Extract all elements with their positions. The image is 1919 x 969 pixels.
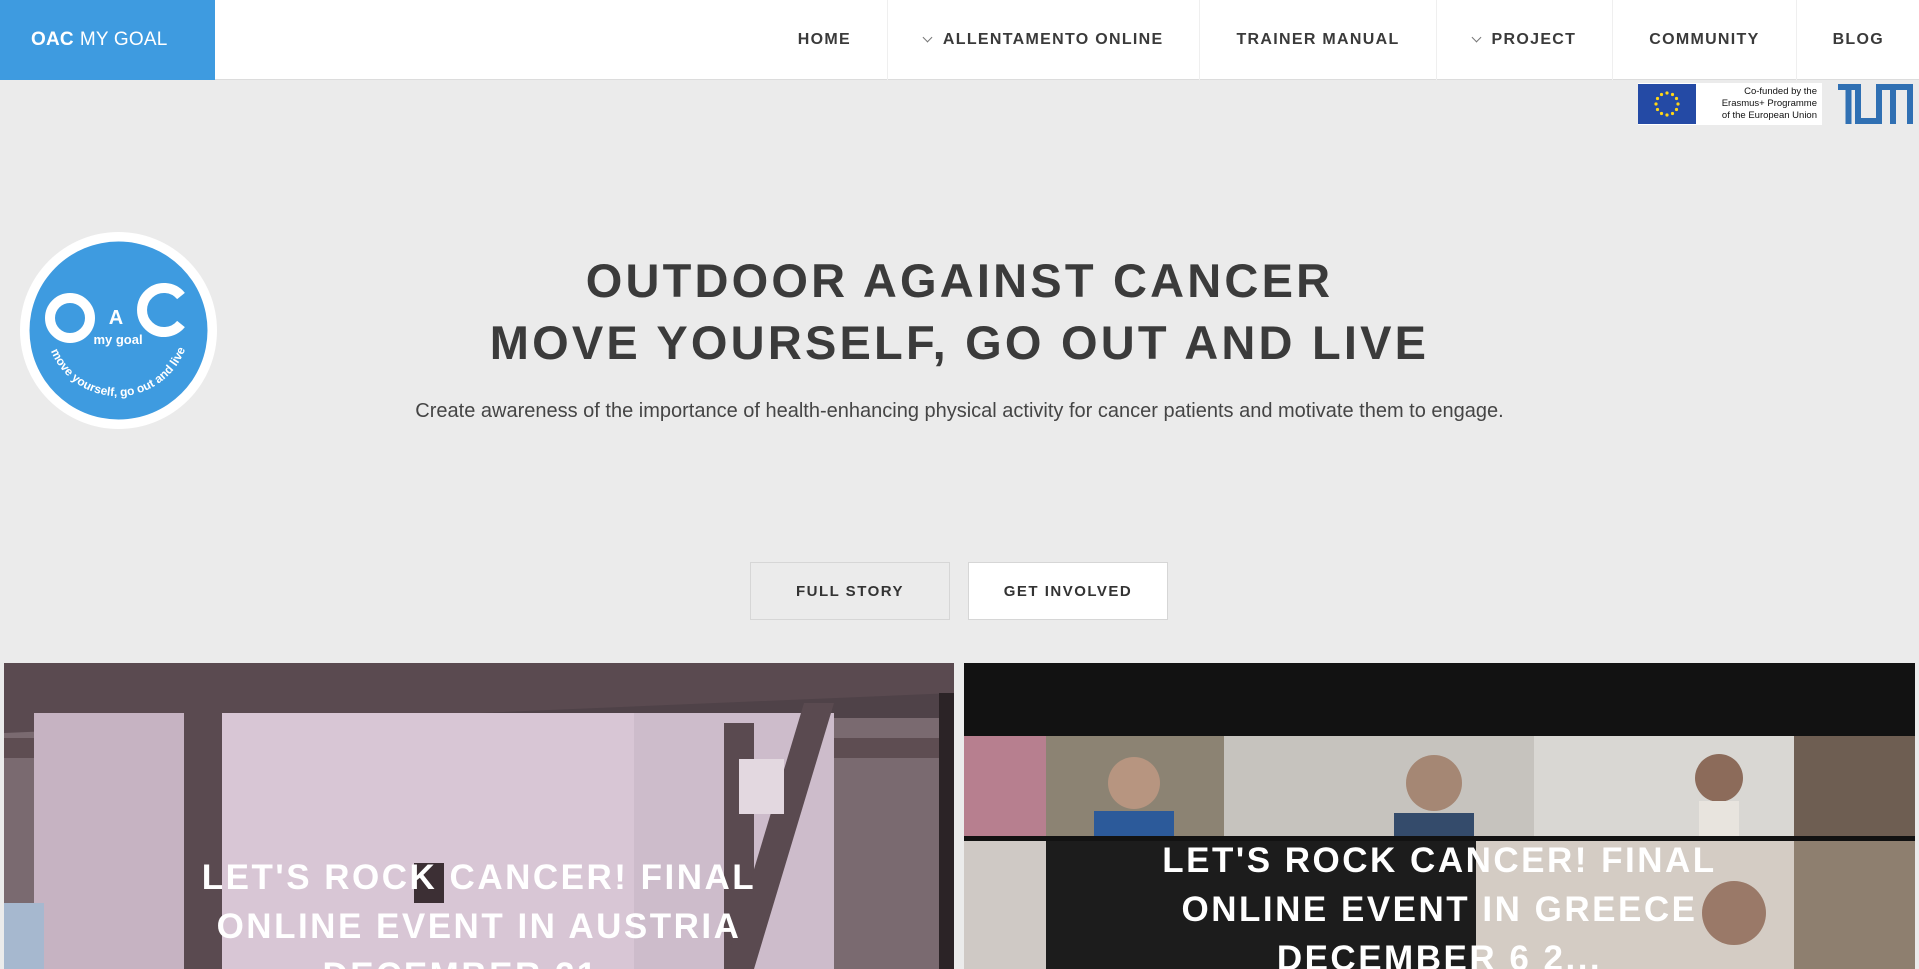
post-card-austria[interactable]: LET'S ROCK CANCER! FINAL ONLINE EVENT IN…	[4, 663, 954, 969]
post-card-greece[interactable]: LET'S ROCK CANCER! FINAL ONLINE EVENT IN…	[964, 663, 1915, 969]
hero-subtitle: Create awareness of the importance of he…	[415, 400, 1504, 422]
nav-item-blog[interactable]: BLOG	[1795, 0, 1919, 80]
hero-title: OUTDOOR AGAINST CANCER MOVE YOURSELF, GO…	[0, 250, 1919, 374]
nav-item-allentamento-online[interactable]: ALLENTAMENTO ONLINE	[886, 0, 1200, 80]
hero-title-line: MOVE YOURSELF, GO OUT AND LIVE	[489, 316, 1430, 369]
hero-title-line: OUTDOOR AGAINST CANCER	[585, 254, 1334, 307]
main-nav: HOME ALLENTAMENTO ONLINE TRAINER MANUAL …	[762, 0, 1919, 80]
nav-item-project[interactable]: PROJECT	[1435, 0, 1613, 80]
nav-item-trainer-manual[interactable]: TRAINER MANUAL	[1199, 0, 1435, 80]
nav-item-label: ALLENTAMENTO ONLINE	[942, 31, 1164, 48]
card-title-line: LET'S ROCK CANCER! FINAL	[201, 858, 757, 897]
nav-item-label: BLOG	[1832, 31, 1884, 48]
card-title-line: DECEMBER 6 2...	[1276, 939, 1603, 969]
card-title: LET'S ROCK CANCER! FINAL ONLINE EVENT IN…	[4, 853, 954, 969]
get-involved-button[interactable]: GET INVOLVED	[968, 562, 1168, 620]
nav-item-label: HOME	[797, 31, 851, 48]
funding-text: Co-funded by the Erasmus+ Programme of t…	[1696, 86, 1822, 122]
funding-line: of the European Union	[1721, 110, 1817, 121]
brand-light: MY GOAL	[79, 29, 168, 50]
nav-item-label: TRAINER MANUAL	[1236, 31, 1400, 48]
nav-item-community[interactable]: COMMUNITY	[1612, 0, 1795, 80]
chevron-down-icon	[1471, 32, 1481, 43]
card-title-line: ONLINE EVENT IN AUSTRIA	[216, 907, 742, 946]
funding-line: Co-funded by the	[1744, 86, 1817, 97]
eu-flag-icon	[1638, 84, 1696, 124]
full-story-button[interactable]: FULL STORY	[750, 562, 950, 620]
card-title-line: ONLINE EVENT IN GREECE	[1181, 890, 1698, 929]
nav-item-home[interactable]: HOME	[762, 0, 887, 80]
site-brand-link[interactable]: OAC MY GOAL	[0, 0, 215, 80]
tum-logo[interactable]	[1838, 84, 1913, 124]
card-title: LET'S ROCK CANCER! FINAL ONLINE EVENT IN…	[964, 836, 1915, 969]
nav-item-label: PROJECT	[1491, 31, 1577, 48]
card-title-line: LET'S ROCK CANCER! FINAL	[1162, 841, 1717, 880]
funding-line: Erasmus+ Programme	[1721, 98, 1817, 109]
card-title-line: DECEMBER 21...	[4, 951, 954, 969]
erasmus-funding-badge: Co-funded by the Erasmus+ Programme of t…	[1638, 83, 1822, 125]
site-header: OAC MY GOAL HOME ALLENTAMENTO ONLINE TRA…	[0, 0, 1919, 80]
nav-item-label: COMMUNITY	[1649, 31, 1760, 48]
chevron-down-icon	[922, 32, 933, 43]
brand-bold: OAC	[31, 29, 74, 50]
